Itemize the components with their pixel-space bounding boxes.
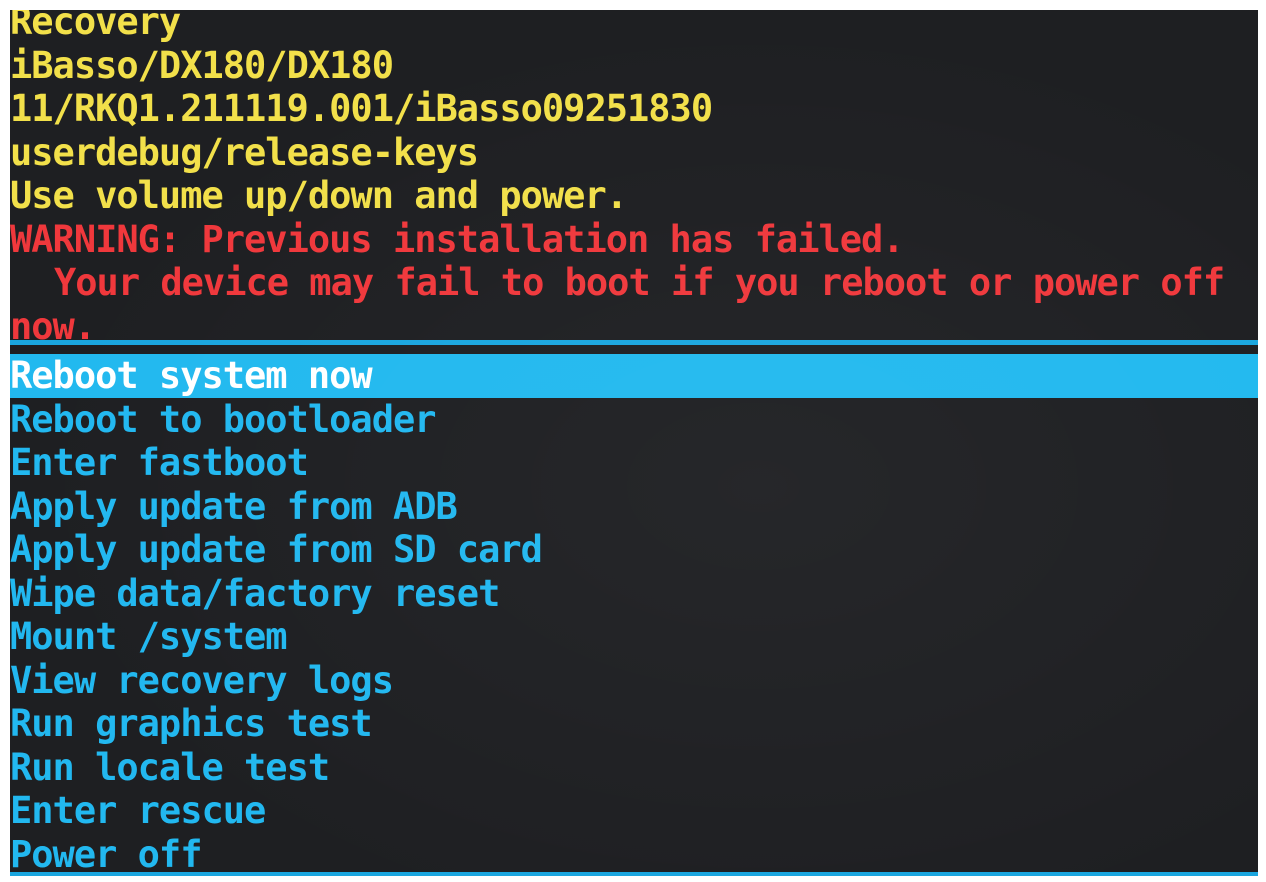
warning-line-2: Your device may fail to boot if you rebo… [54,261,1225,304]
recovery-title: Recovery [10,10,181,43]
recovery-menu: Reboot system now Reboot to bootloader E… [10,354,1258,876]
build-type: userdebug/release-keys [10,130,479,174]
menu-item-enter-fastboot[interactable]: Enter fastboot [10,441,1258,485]
menu-divider [10,340,1258,345]
menu-item-power-off[interactable]: Power off [10,833,1258,877]
menu-item-mount-system[interactable]: Mount /system [10,615,1258,659]
menu-item-reboot-to-bootloader[interactable]: Reboot to bootloader [10,398,1258,442]
menu-item-wipe-data-factory-reset[interactable]: Wipe data/factory reset [10,572,1258,616]
menu-item-apply-update-adb[interactable]: Apply update from ADB [10,485,1258,529]
warning-line-1: WARNING: Previous installation has faile… [10,217,905,261]
menu-item-reboot-system-now[interactable]: Reboot system now [10,354,1258,398]
menu-item-run-locale-test[interactable]: Run locale test [10,746,1258,790]
instructions: Use volume up/down and power. [10,174,628,217]
recovery-screen: Recovery iBasso/DX180/DX180 11/RKQ1.2111… [10,10,1258,876]
menu-item-run-graphics-test[interactable]: Run graphics test [10,702,1258,746]
menu-item-enter-rescue[interactable]: Enter rescue [10,789,1258,833]
device-model: iBasso/DX180/DX180 [10,43,394,87]
menu-item-view-recovery-logs[interactable]: View recovery logs [10,659,1258,703]
menu-item-apply-update-sd-card[interactable]: Apply update from SD card [10,528,1258,572]
recovery-header: Recovery iBasso/DX180/DX180 11/RKQ1.2111… [10,10,1258,348]
bottom-divider [10,872,1258,876]
build-id: 11/RKQ1.211119.001/iBasso09251830 [10,87,713,130]
